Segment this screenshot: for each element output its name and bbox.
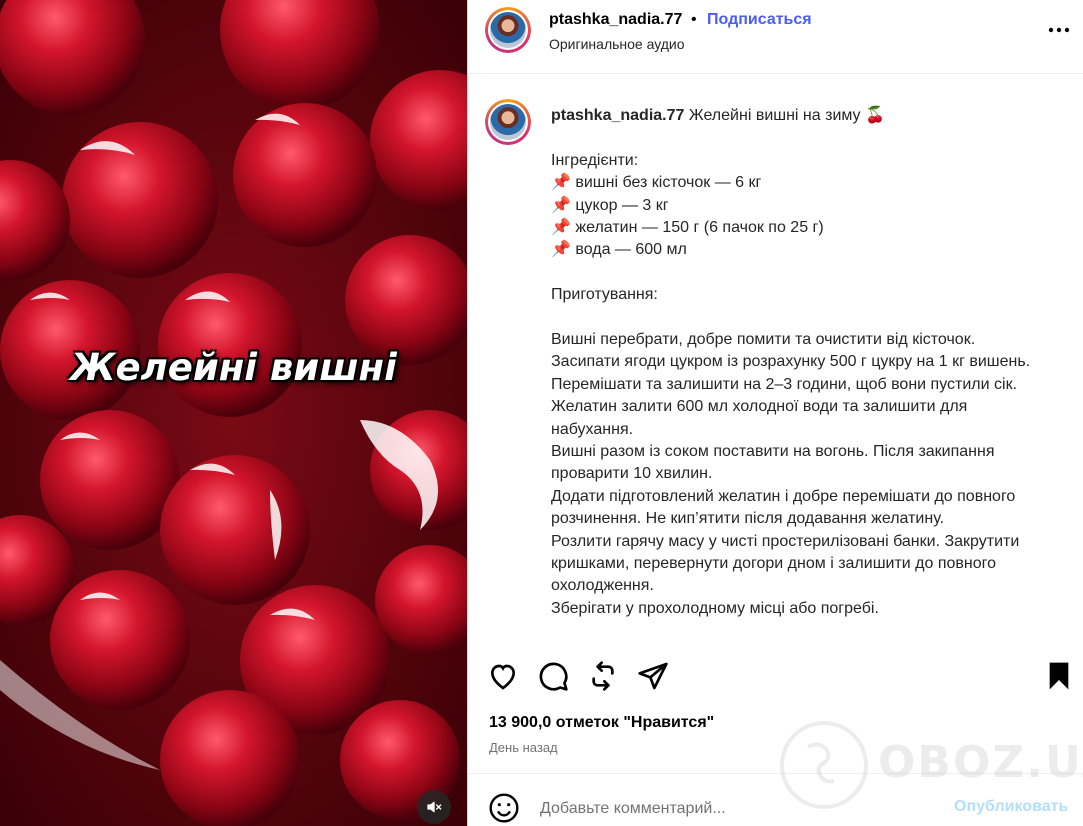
caption-line: Приготування: [551,286,658,304]
caption-line: 📌 желатин — 150 г (6 пачок по 25 г) [551,219,824,237]
caption-title: Желейні вишні на зиму 🍒 [688,107,885,124]
caption-line: 📌 цукор — 3 кг [551,196,669,214]
caption-line: Вишні перебрати, добре помити та очистит… [551,331,976,349]
video-overlay-title: Желейні вишні [70,346,397,389]
caption-line: Інгредієнти: [551,151,639,169]
header-separator: • [691,11,697,28]
caption-area[interactable]: ptashka_nadia.77 Желейні вишні на зиму 🍒… [468,74,1083,646]
cherries-image [0,0,467,826]
caption-text: ptashka_nadia.77 Желейні вишні на зиму 🍒… [551,105,1051,620]
repost-icon[interactable] [587,660,619,692]
bookmark-icon[interactable] [1043,660,1075,692]
comment-icon[interactable] [537,660,569,692]
caption-line [551,262,1051,284]
caption-line: Розлити гарячу масу у чисті простерилізо… [551,532,1024,595]
caption-avatar[interactable] [485,99,531,145]
caption-line: Вишні разом із соком поставити на вогонь… [551,443,999,483]
ellipsis-icon[interactable] [1046,22,1072,38]
caption-line: Додати підготовлений желатин і добре пер… [551,487,1020,528]
caption-line [551,307,1051,329]
smiley-icon[interactable] [488,792,520,824]
comment-bar: Опубликовать [468,773,1083,826]
speaker-muted-icon [427,801,442,813]
action-bar [468,660,1083,696]
caption-line: Засипати ягоди цукром із розрахунку 500 … [551,353,1035,393]
caption-first-line: ptashka_nadia.77 Желейні вишні на зиму 🍒 [551,105,1051,127]
caption-line: Зберігати у прохолодному місці або погре… [551,599,879,617]
audio-label[interactable]: Оригинальное аудио [549,36,685,52]
follow-button[interactable]: Подписаться [707,11,812,29]
avatar[interactable] [485,7,531,53]
header-username[interactable]: ptashka_nadia.77 [549,11,682,29]
post-details-panel: ptashka_nadia.77 • Подписаться Оригиналь… [467,0,1083,826]
post-header: ptashka_nadia.77 • Подписаться Оригиналь… [468,0,1083,74]
caption-line: 📌 вода — 600 мл [551,241,687,259]
caption-line: Желатин залити 600 мл холодної води та з… [551,398,972,438]
post-comment-button[interactable]: Опубликовать [954,798,1068,816]
post-media[interactable]: Желейні вишні [0,0,467,826]
comment-input[interactable] [538,796,922,822]
caption-username[interactable]: ptashka_nadia.77 [551,107,684,124]
caption-line: 📌 вишні без кісточок — 6 кг [551,174,762,192]
mute-button[interactable] [417,790,451,824]
share-icon[interactable] [637,660,669,692]
heart-icon[interactable] [487,660,519,692]
likes-count[interactable]: 13 900,0 отметок "Нравится" [489,714,714,732]
caption-line [551,127,1051,149]
post-time[interactable]: День назад [489,740,558,755]
caption-body: Інгредієнти: 📌 вишні без кісточок — 6 кг 📌… [551,127,1051,620]
